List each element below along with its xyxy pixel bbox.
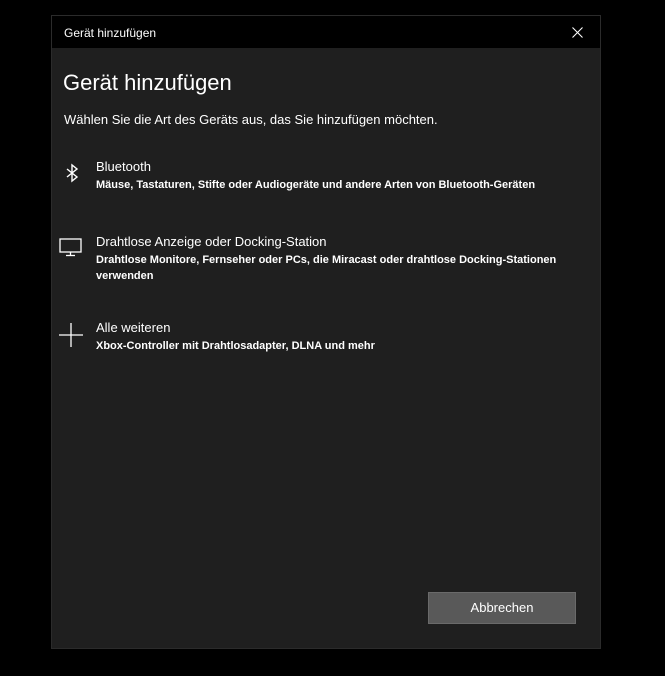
window-title: Gerät hinzufügen bbox=[64, 26, 157, 40]
option-wireless-display[interactable]: Drahtlose Anzeige oder Docking-Station D… bbox=[52, 234, 600, 288]
cancel-button[interactable]: Abbrechen bbox=[428, 592, 576, 624]
plus-icon bbox=[58, 320, 86, 348]
page-subtitle: Wählen Sie die Art des Geräts aus, das S… bbox=[64, 112, 438, 127]
option-title: Bluetooth bbox=[96, 159, 151, 174]
option-description: Xbox-Controller mit Drahtlosadapter, DLN… bbox=[96, 340, 375, 352]
option-title: Drahtlose Anzeige oder Docking-Station bbox=[96, 234, 327, 249]
option-everything-else[interactable]: Alle weiteren Xbox-Controller mit Drahtl… bbox=[52, 320, 600, 360]
option-bluetooth[interactable]: Bluetooth Mäuse, Tastaturen, Stifte oder… bbox=[52, 159, 600, 199]
add-device-dialog: Gerät hinzufügen Gerät hinzufügen Wählen… bbox=[52, 16, 600, 648]
close-button[interactable] bbox=[554, 16, 600, 48]
page-title: Gerät hinzufügen bbox=[63, 70, 232, 95]
monitor-icon bbox=[58, 234, 86, 262]
option-description: Mäuse, Tastaturen, Stifte oder Audiogerä… bbox=[96, 179, 536, 191]
close-icon bbox=[572, 27, 583, 38]
option-title: Alle weiteren bbox=[96, 320, 171, 335]
bluetooth-icon bbox=[58, 159, 86, 187]
title-bar[interactable]: Gerät hinzufügen bbox=[52, 16, 600, 48]
option-description: Drahtlose Monitore, Fernseher oder PCs, … bbox=[96, 254, 557, 282]
